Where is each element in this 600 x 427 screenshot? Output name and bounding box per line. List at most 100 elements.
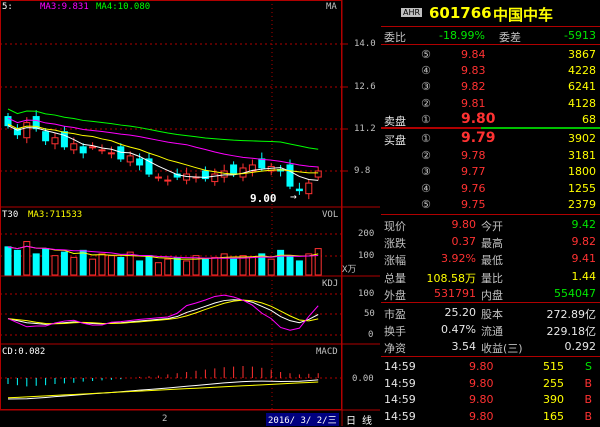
candle-body [42, 131, 50, 142]
buy-order-row[interactable]: ③ 9.77 1800 [381, 163, 600, 180]
sell-price: 9.81 [461, 96, 486, 110]
volume-bar [183, 260, 191, 276]
macd-y-tick: 0.00 [352, 374, 374, 384]
volume-bar [42, 248, 50, 276]
stat-value: 9.82 [571, 235, 597, 249]
level-number: ③ [421, 80, 431, 94]
date-label: 2016/ 3/ 2/三 [266, 413, 339, 426]
webi-value: -18.99% [439, 29, 485, 42]
buy-price: 9.78 [461, 148, 486, 162]
level-number: ⑤ [421, 198, 431, 212]
stat-label: 总量 [384, 271, 406, 285]
stat-row[interactable]: 涨跌 0.37 最高 9.82 [381, 233, 600, 250]
stat-label: 量比 [481, 271, 503, 285]
tick-side: S [585, 360, 592, 373]
volume-bar [117, 256, 125, 276]
fundamental-row[interactable]: 净资 3.54 收益(三) 0.292 [381, 338, 600, 355]
ahr-badge[interactable]: AHR [401, 8, 423, 17]
buy-price: 9.76 [461, 181, 486, 195]
fund-label: 换手 [384, 325, 406, 339]
candle-body [286, 164, 294, 187]
fundamental-row[interactable]: 换手 0.47% 流通 229.18亿 [381, 321, 600, 338]
sell-price: 9.83 [461, 64, 486, 78]
stat-row[interactable]: 总量 108.58万 量比 1.44 [381, 268, 600, 285]
fund-label: 流通 [481, 325, 503, 339]
buy-price: 9.79 [461, 130, 496, 146]
buy-order-row[interactable]: ② 9.78 3181 [381, 147, 600, 164]
level-number: ④ [421, 181, 431, 195]
sell-price: 9.82 [461, 80, 486, 94]
buy-volume: 1800 [568, 165, 596, 179]
fund-value: 0.292 [564, 340, 597, 354]
kdj-indicator-tag: KDJ [322, 279, 339, 289]
vol-y-tick: 100 [358, 251, 375, 261]
volume-bar [230, 258, 238, 276]
buy-order-row[interactable]: 买盘 ① 9.79 3902 [381, 130, 600, 147]
tick-row[interactable]: 14:59 9.80 255 B [381, 375, 600, 392]
main-legend-prefix: 5: [2, 2, 13, 12]
level-number: ② [421, 148, 431, 162]
volume-bar [295, 260, 303, 276]
tick-time: 14:59 [384, 409, 416, 423]
buy-order-row[interactable]: ⑤ 9.75 2379 [381, 196, 600, 213]
tab-line[interactable]: 线 [362, 412, 372, 427]
tick-row[interactable]: 14:59 9.80 165 B [381, 408, 600, 425]
low-arrow-icon: → [290, 190, 297, 203]
chart-frame [0, 0, 342, 410]
quote-header: AHR 601766 中国中车 [381, 0, 600, 26]
candle-body [230, 164, 238, 175]
fundamental-row[interactable]: 市盈 25.20 股本 272.89亿 [381, 304, 600, 321]
sell-volume: 4228 [568, 64, 596, 78]
tick-side: B [584, 393, 592, 406]
tick-row[interactable]: 14:59 9.80 515 S [381, 358, 600, 375]
tick-price: 9.80 [469, 393, 494, 406]
sell-order-row[interactable]: ④ 9.83 4228 [381, 62, 600, 79]
y-tick-label: 9.8 [354, 166, 371, 176]
tick-time: 14:59 [384, 376, 416, 390]
buy-label: 买盘 [384, 134, 406, 147]
volume-bar [89, 258, 97, 276]
fund-value: 25.20 [444, 306, 477, 319]
candle-body [211, 173, 219, 183]
tick-row[interactable]: 14:59 9.80 390 B [381, 391, 600, 408]
volume-bar [145, 255, 153, 276]
fund-label: 收益(三) [481, 342, 523, 356]
sell-order-row[interactable]: ② 9.81 4128 [381, 95, 600, 112]
volume-bar [51, 255, 59, 276]
stat-row[interactable]: 涨幅 3.92% 最低 9.41 [381, 250, 600, 267]
y-tick-label: 14.0 [354, 39, 376, 49]
volume-bar [32, 253, 40, 276]
candle-body [136, 158, 144, 166]
level-number: ① [421, 112, 431, 126]
sell-order-row[interactable]: 卖盘 ① 9.80 68 [381, 111, 600, 128]
stat-label: 最高 [481, 237, 503, 251]
stat-row[interactable]: 现价 9.80 今开 9.42 [381, 216, 600, 233]
buy-order-row[interactable]: ④ 9.76 1255 [381, 180, 600, 197]
candle-body [107, 152, 115, 155]
bottom-marker: 2 [162, 414, 168, 424]
kline-chart-area[interactable]: 5: MA3:9.831 MA4:10.080 MA 14.0 12.6 11.… [0, 0, 380, 427]
candle-body [23, 122, 31, 139]
candle-body [98, 149, 106, 152]
stat-row[interactable]: 外盘 531791 内盘 554047 [381, 285, 600, 302]
kdj-y-tick: 100 [358, 289, 375, 299]
stat-label: 外盘 [384, 288, 406, 302]
volume-bar [305, 253, 313, 276]
y-tick-label: 11.2 [354, 124, 376, 134]
volume-bar [164, 258, 172, 276]
stat-label: 涨跌 [384, 237, 406, 251]
divider [381, 214, 600, 215]
main-indicator-tag: MA [326, 2, 337, 12]
stat-value: 9.41 [571, 252, 597, 266]
sell-order-row[interactable]: ⑤ 9.84 3867 [381, 46, 600, 63]
volume-bar [154, 262, 162, 276]
level-number: ② [421, 96, 431, 110]
volume-bar [136, 260, 144, 276]
candle-body [154, 176, 162, 179]
sell-order-row[interactable]: ③ 9.82 6241 [381, 78, 600, 95]
volume-bar [277, 249, 285, 276]
tab-day[interactable]: 日 [346, 412, 356, 427]
main-legend-ma4: MA4:10.080 [96, 2, 151, 12]
vol-legend-prefix: T30 [2, 210, 19, 220]
weicha-label: 委差 [499, 31, 521, 44]
